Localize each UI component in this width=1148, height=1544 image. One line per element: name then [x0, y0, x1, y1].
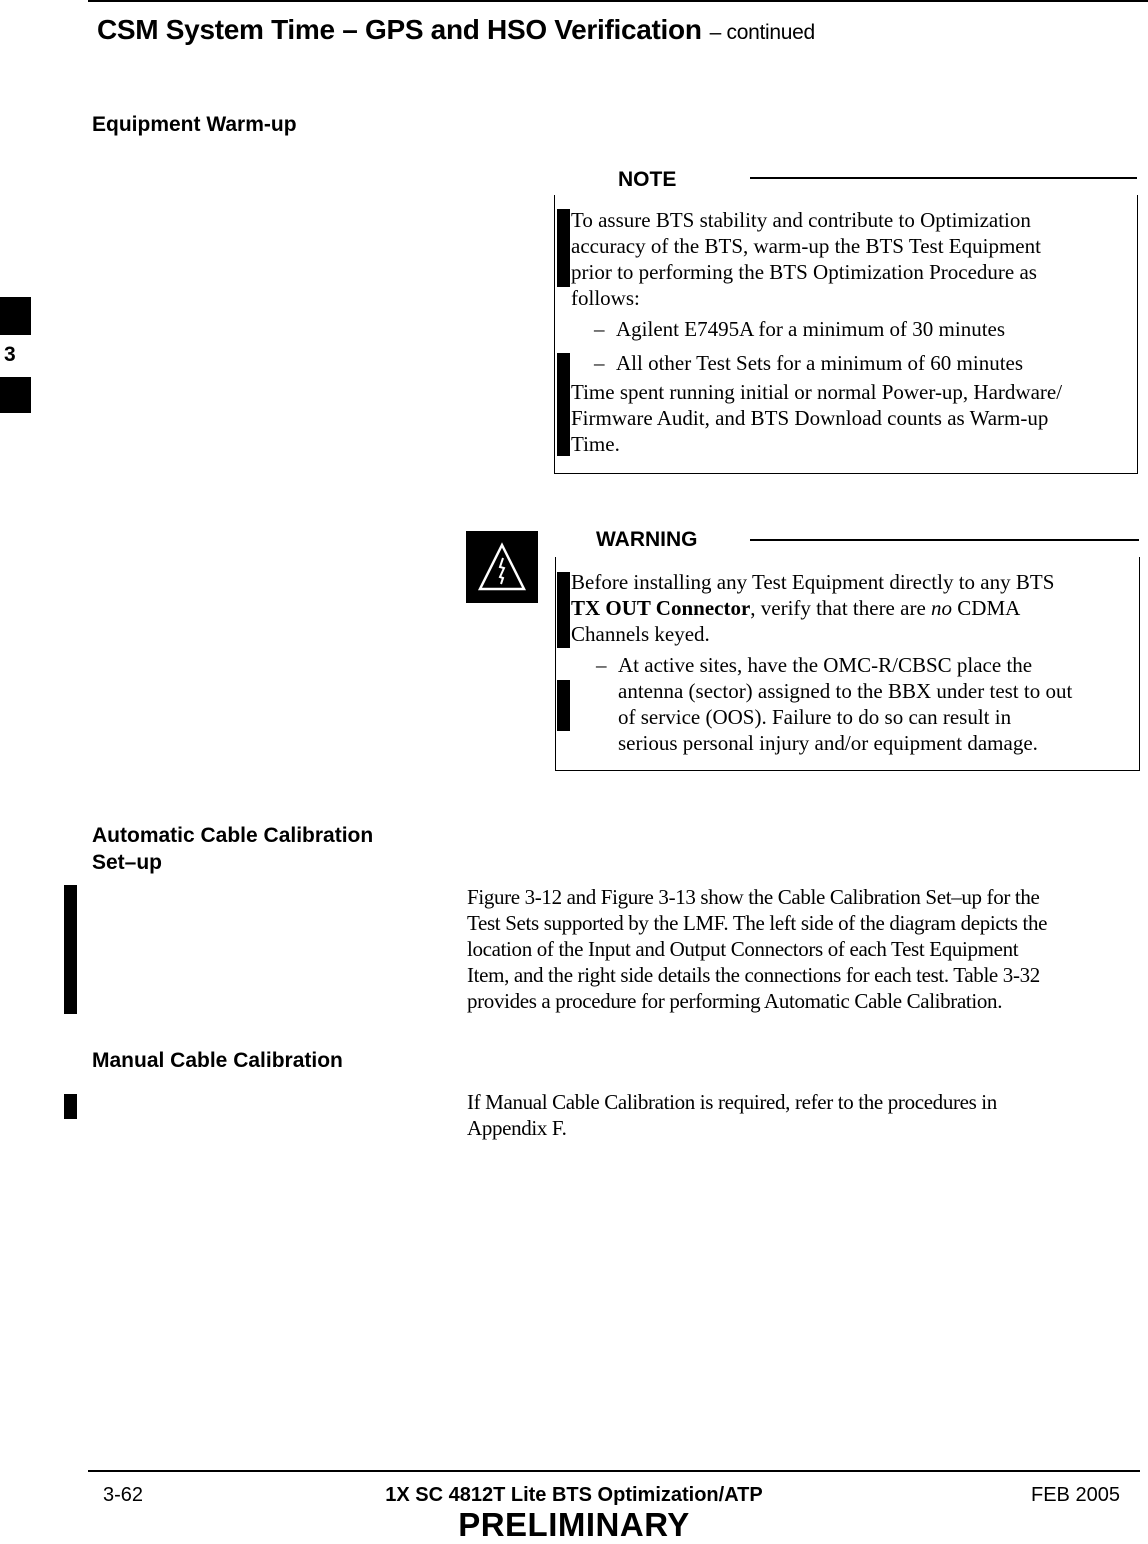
- chapter-tab-upper-block: [0, 297, 31, 335]
- note-paragraph: To assure BTS stability and contribute t…: [571, 207, 1041, 311]
- change-bar: [64, 885, 77, 1014]
- footer-date: FEB 2005: [1031, 1484, 1120, 1506]
- page-title-continued: – continued: [709, 21, 816, 44]
- warning-bullet-text: At active sites, have the OMC-R/CBSC pla…: [618, 652, 1072, 756]
- change-bar: [557, 680, 570, 731]
- tx-out-connector-emphasis: TX OUT Connector: [571, 596, 751, 620]
- section-heading-automatic-cable-calibration: Automatic Cable Calibration Set–up: [92, 822, 373, 876]
- section-heading-manual-cable-calibration: Manual Cable Calibration: [92, 1049, 343, 1072]
- heading-line: Set–up: [92, 851, 163, 874]
- chapter-tab-lower-block: [0, 377, 31, 413]
- change-bar: [64, 1094, 77, 1119]
- note-line: Time.: [571, 432, 620, 456]
- page-title: CSM System Time – GPS and HSO Verificati…: [97, 14, 815, 46]
- warning-box-top-line: [750, 539, 1139, 541]
- paragraph-line: provides a procedure for performing Auto…: [467, 989, 1003, 1013]
- warning-paragraph: Before installing any Test Equipment dir…: [571, 569, 1054, 647]
- paragraph-line: Item, and the right side details the con…: [467, 963, 1040, 987]
- paragraph-line: If Manual Cable Calibration is required,…: [467, 1090, 997, 1114]
- footer-document-title: 1X SC 4812T Lite BTS Optimization/ATP: [385, 1484, 763, 1506]
- dash-marker: –: [594, 317, 605, 341]
- warning-text: , verify that there are: [750, 596, 932, 620]
- note-box-top-line: [750, 177, 1137, 179]
- manual-cable-calibration-paragraph: If Manual Cable Calibration is required,…: [467, 1089, 997, 1141]
- warning-line: TX OUT Connector, verify that there are …: [571, 595, 1054, 621]
- electrical-hazard-warning-icon: [466, 531, 538, 603]
- note-bullet-text: Agilent E7495A for a minimum of 30 minut…: [616, 317, 1006, 341]
- warning-label: WARNING: [596, 528, 698, 551]
- footer-rule: [88, 1470, 1140, 1472]
- note-bullet-text: All other Test Sets for a minimum of 60 …: [616, 351, 1024, 375]
- warning-bullet-line: antenna (sector) assigned to the BBX und…: [618, 679, 1073, 703]
- no-emphasis: no: [931, 596, 953, 620]
- warning-triangle-icon: [477, 542, 527, 591]
- warning-bullet-line: serious personal injury and/or equipment…: [618, 731, 1038, 755]
- chapter-number: 3: [4, 343, 16, 366]
- note-line: follows:: [571, 286, 640, 310]
- note-line: Firmware Audit, and BTS Download counts …: [571, 406, 1049, 430]
- warning-bullet-line: of service (OOS). Failure to do so can r…: [618, 705, 1012, 729]
- paragraph-line: Figure 3-12 and Figure 3-13 show the Cab…: [467, 885, 1040, 909]
- preliminary-stamp: PRELIMINARY: [458, 1506, 690, 1543]
- warning-line: Channels keyed.: [571, 622, 710, 646]
- automatic-cable-calibration-paragraph: Figure 3-12 and Figure 3-13 show the Cab…: [467, 884, 1047, 1014]
- note-label: NOTE: [618, 168, 677, 191]
- note-line: accuracy of the BTS, warm-up the BTS Tes…: [571, 234, 1041, 258]
- note-line: Time spent running initial or normal Pow…: [571, 380, 1063, 404]
- change-bar: [557, 353, 570, 456]
- warning-line: Before installing any Test Equipment dir…: [571, 570, 1055, 594]
- note-tail-paragraph: Time spent running initial or normal Pow…: [571, 379, 1062, 457]
- warning-bullet-line: At active sites, have the OMC-R/CBSC pla…: [618, 653, 1033, 677]
- paragraph-line: Appendix F.: [467, 1116, 567, 1140]
- change-bar: [557, 209, 570, 287]
- paragraph-line: Test Sets supported by the LMF. The left…: [467, 911, 1048, 935]
- note-line: To assure BTS stability and contribute t…: [571, 208, 1031, 232]
- change-bar: [557, 572, 570, 648]
- page-title-text: CSM System Time – GPS and HSO Verificati…: [97, 14, 702, 45]
- heading-line: Automatic Cable Calibration: [92, 824, 374, 847]
- paragraph-line: location of the Input and Output Connect…: [467, 937, 1019, 961]
- note-line: prior to performing the BTS Optimization…: [571, 260, 1037, 284]
- dash-marker: –: [596, 653, 607, 677]
- warning-text: CDMA: [952, 596, 1021, 620]
- header-rule: [88, 0, 1148, 2]
- section-heading-equipment-warmup: Equipment Warm-up: [92, 113, 297, 136]
- warning-bullet: – At active sites, have the OMC-R/CBSC p…: [596, 652, 1072, 756]
- dash-marker: –: [594, 351, 605, 375]
